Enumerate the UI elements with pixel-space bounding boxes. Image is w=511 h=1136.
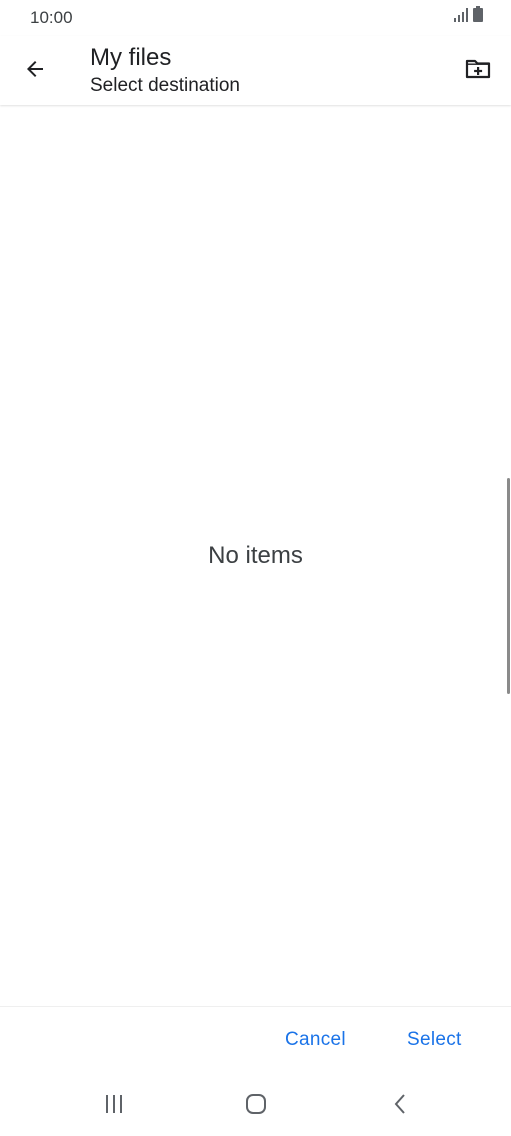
system-back-button[interactable] — [378, 1090, 422, 1122]
home-button[interactable] — [234, 1090, 278, 1122]
page-title: My files — [90, 44, 172, 71]
battery-icon — [473, 6, 483, 27]
file-picker-screen: 10:00 My files Select destination No ite… — [0, 0, 511, 1136]
file-list-area: No items — [0, 106, 511, 1006]
status-icons — [454, 6, 483, 27]
app-bar: My files Select destination — [0, 36, 511, 105]
recents-icon — [103, 1094, 125, 1119]
system-navigation-bar — [0, 1076, 511, 1136]
scrollbar[interactable] — [507, 478, 510, 694]
back-icon — [390, 1092, 410, 1121]
signal-icon — [454, 8, 468, 27]
action-bar: Cancel Select — [0, 1006, 511, 1077]
back-button[interactable] — [14, 50, 56, 92]
new-folder-button[interactable] — [457, 50, 499, 92]
arrow-back-icon — [23, 57, 47, 86]
status-bar: 10:00 — [0, 0, 511, 36]
recents-button[interactable] — [92, 1090, 136, 1122]
status-time: 10:00 — [30, 8, 73, 27]
cancel-button[interactable]: Cancel — [285, 1029, 346, 1051]
create-new-folder-icon — [464, 57, 492, 86]
empty-state-message: No items — [208, 542, 303, 569]
select-button[interactable]: Select — [407, 1029, 462, 1051]
page-subtitle: Select destination — [90, 75, 240, 96]
home-icon — [244, 1092, 268, 1121]
